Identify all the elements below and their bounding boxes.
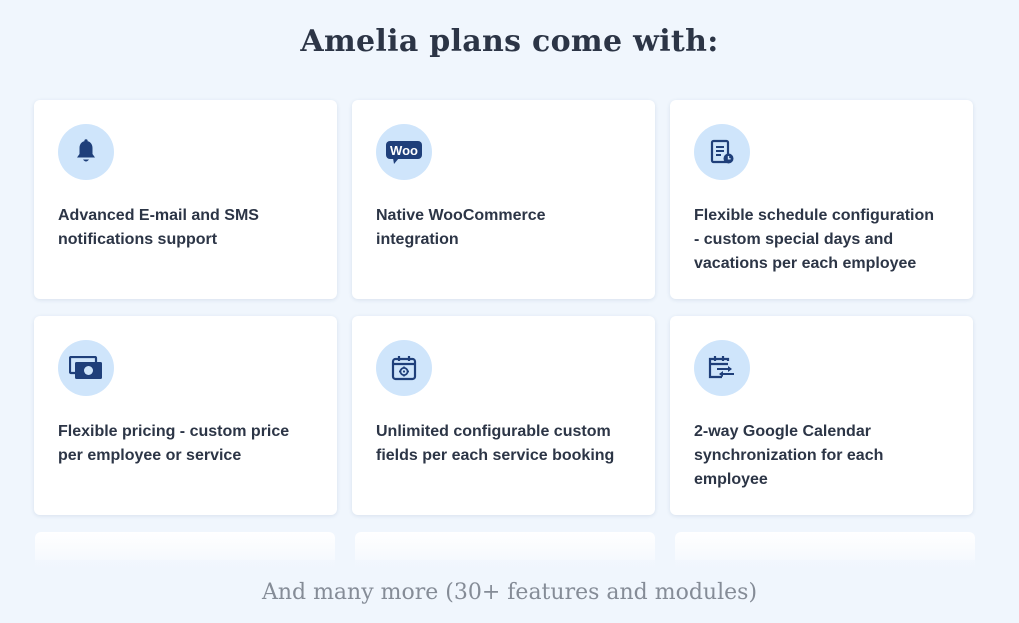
bell-icon [58,124,114,180]
feature-label: Flexible schedule configuration - custom… [694,207,935,272]
feature-card-google-calendar: 2-way Google Calendar synchronization fo… [670,316,973,515]
feature-label: Advanced E-mail and SMS notifications su… [58,207,259,248]
schedule-document-icon [694,124,750,180]
woocommerce-icon: Woo [376,124,432,180]
feature-label: Unlimited configurable custom fields per… [376,423,615,464]
calendar-gear-icon [376,340,432,396]
feature-label: 2-way Google Calendar synchronization fo… [694,423,884,488]
feature-card-woocommerce: Woo Native WooCommerce integration [352,100,655,299]
feature-label: Flexible pricing - custom price per empl… [58,423,290,464]
feature-card-schedule: Flexible schedule configuration - custom… [670,100,973,299]
feature-card-custom-fields: Unlimited configurable custom fields per… [352,316,655,515]
cash-icon [58,340,114,396]
section-title: Amelia plans come with: [300,24,719,59]
feature-label: Native WooCommerce integration [376,207,546,248]
calendar-sync-icon [694,340,750,396]
feature-card-pricing: Flexible pricing - custom price per empl… [34,316,337,515]
feature-card-notifications: Advanced E-mail and SMS notifications su… [34,100,337,299]
svg-text:Woo: Woo [390,143,418,158]
more-features-link[interactable]: And many more (30+ features and modules) [0,580,1019,605]
